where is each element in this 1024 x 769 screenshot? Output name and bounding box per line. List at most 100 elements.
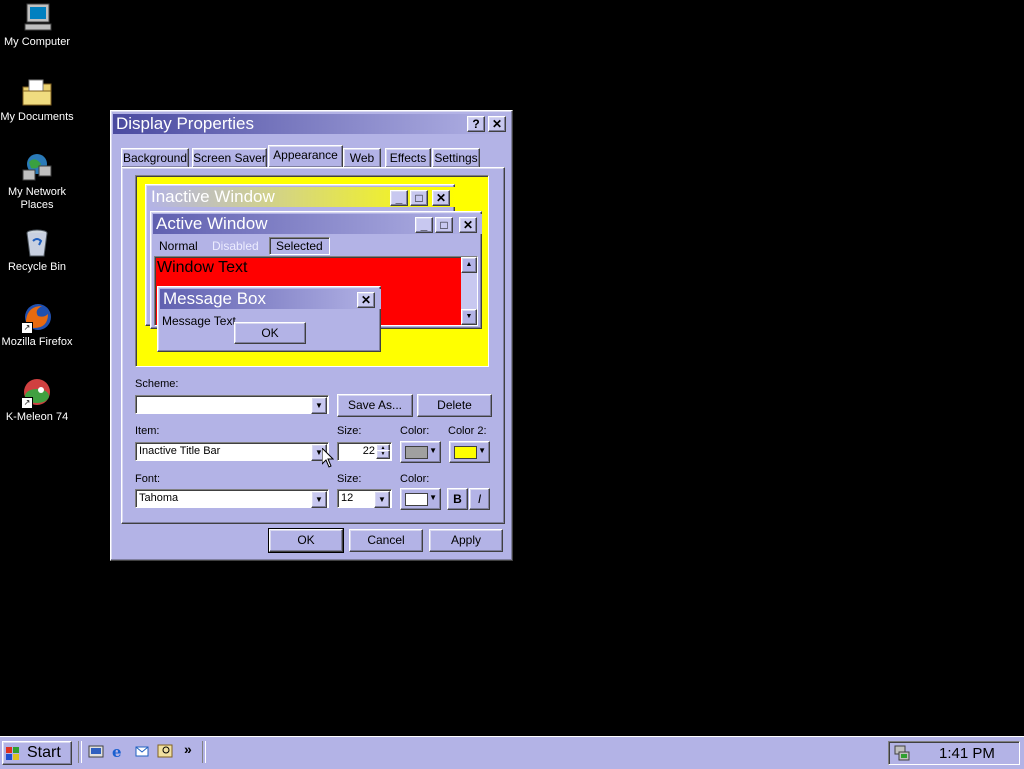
- font-label: Font:: [135, 473, 161, 485]
- chevron-down-icon: ▼: [478, 446, 486, 455]
- delete-button[interactable]: Delete: [417, 394, 492, 417]
- close-icon: ✕: [432, 190, 450, 206]
- ok-button[interactable]: OK: [268, 528, 344, 553]
- desktop-icon-label: My Network Places: [7, 186, 67, 211]
- item-select[interactable]: Inactive Title Bar ▼: [135, 442, 329, 461]
- font-color-picker-button[interactable]: ▼: [400, 488, 441, 510]
- desktop-icon-label: My Documents: [0, 111, 74, 123]
- color2-picker-button[interactable]: ▼: [449, 441, 490, 463]
- font-select[interactable]: Tahoma ▼: [135, 489, 329, 508]
- tab-background[interactable]: Background: [121, 148, 189, 168]
- outlook-express-icon[interactable]: [134, 743, 150, 759]
- firefox-icon: ↗: [21, 302, 53, 334]
- show-desktop-icon[interactable]: [88, 743, 104, 759]
- preview-message-text: Message Text: [162, 314, 236, 328]
- appearance-preview: Inactive Window _ □ ✕ Active Window _ □ …: [135, 175, 489, 367]
- start-button[interactable]: Start: [2, 741, 72, 765]
- help-button[interactable]: ?: [467, 116, 485, 132]
- dialog-title-bar[interactable]: Display Properties: [113, 114, 509, 134]
- taskbar: Start e » 1:41 PM: [0, 736, 1024, 769]
- chevron-down-icon: ▼: [429, 446, 437, 455]
- spinner-down-icon[interactable]: ▼: [376, 450, 390, 459]
- desktop-icon-label: My Computer: [3, 36, 71, 48]
- cancel-button[interactable]: Cancel: [349, 529, 423, 552]
- color-picker-button[interactable]: ▼: [400, 441, 441, 463]
- shortcut-arrow-icon: ↗: [21, 397, 33, 409]
- desktop-icon-my-network-places[interactable]: My Network Places: [0, 152, 74, 212]
- tab-appearance[interactable]: Appearance: [268, 145, 343, 167]
- color2-swatch: [454, 446, 477, 459]
- desktop-icon-recycle-bin[interactable]: Recycle Bin: [0, 227, 74, 274]
- network-places-icon: [21, 152, 53, 184]
- taskbar-separator: [202, 741, 206, 763]
- tab-effects[interactable]: Effects: [385, 148, 431, 168]
- computer-icon: [21, 2, 53, 34]
- internet-explorer-icon[interactable]: e: [111, 743, 127, 761]
- tab-screen-saver[interactable]: Screen Saver: [192, 148, 267, 168]
- desktop-icon-my-documents[interactable]: My Documents: [0, 77, 74, 124]
- italic-button[interactable]: I: [469, 488, 490, 510]
- chevron-more-icon[interactable]: »: [184, 741, 192, 757]
- shortcut-arrow-icon: ↗: [21, 322, 33, 334]
- tab-settings[interactable]: Settings: [432, 148, 480, 168]
- preview-menu-disabled: Disabled: [212, 239, 259, 253]
- maximize-icon: □: [410, 190, 428, 206]
- network-tray-icon[interactable]: [893, 744, 911, 762]
- desktop-icon-my-computer[interactable]: My Computer: [0, 2, 74, 49]
- close-icon: ✕: [491, 117, 503, 131]
- preview-menu-normal: Normal: [159, 239, 198, 253]
- maximize-icon: □: [435, 217, 453, 233]
- item-label: Item:: [135, 425, 160, 437]
- taskbar-separator: [78, 741, 82, 763]
- desktop-icon-label: Recycle Bin: [7, 261, 67, 273]
- svg-text:e: e: [112, 743, 122, 759]
- scheme-select[interactable]: ▼: [135, 395, 329, 414]
- display-properties-dialog: Display Properties ? ✕ Background Screen…: [110, 110, 513, 561]
- color-swatch: [405, 446, 428, 459]
- chevron-down-icon[interactable]: ▼: [374, 491, 390, 508]
- tab-web[interactable]: Web: [343, 148, 381, 168]
- tab-panel: Inactive Window _ □ ✕ Active Window _ □ …: [121, 167, 505, 524]
- scroll-down-icon: ▼: [461, 309, 477, 325]
- item-size-label: Size:: [337, 425, 362, 437]
- desktop-icon-label: Mozilla Firefox: [1, 336, 73, 348]
- tab-strip: Background Screen Saver Appearance Web E…: [121, 145, 501, 168]
- dialog-title: Display Properties: [116, 114, 254, 133]
- apply-button[interactable]: Apply: [429, 529, 503, 552]
- scheme-label: Scheme:: [135, 378, 179, 390]
- kmeleon-icon: ↗: [21, 377, 53, 409]
- preview-message-box: Message Box ✕ Message Text OK: [157, 286, 381, 352]
- folder-documents-icon: [21, 77, 53, 109]
- save-as-button[interactable]: Save As...: [337, 394, 413, 417]
- help-icon: ?: [472, 117, 480, 131]
- font-size-label: Size:: [337, 473, 362, 485]
- recycle-bin-icon: [21, 227, 53, 259]
- minimize-icon: _: [390, 190, 408, 206]
- close-button[interactable]: ✕: [488, 116, 506, 132]
- desktop-icon-mozilla-firefox[interactable]: ↗ Mozilla Firefox: [0, 302, 74, 349]
- minimize-icon: _: [415, 217, 433, 233]
- bold-button[interactable]: B: [447, 488, 468, 510]
- chevron-down-icon[interactable]: ▼: [311, 397, 327, 414]
- preview-scrollbar: ▲ ▼: [461, 257, 477, 325]
- clock[interactable]: 1:41 PM: [939, 745, 995, 762]
- font-size-select[interactable]: 12 ▼: [337, 489, 392, 508]
- search-icon[interactable]: [157, 743, 173, 759]
- preview-ok-button: OK: [234, 322, 306, 344]
- preview-message-title-bar: Message Box: [160, 289, 381, 309]
- preview-inactive-title-bar: Inactive Window: [148, 187, 455, 207]
- system-tray: 1:41 PM: [888, 741, 1020, 765]
- chevron-down-icon: ▼: [429, 493, 437, 502]
- windows-logo-icon: [6, 746, 20, 760]
- chevron-down-icon[interactable]: ▼: [311, 491, 327, 508]
- font-color-label: Color:: [400, 473, 430, 485]
- scroll-up-icon: ▲: [461, 257, 477, 273]
- desktop-icon-label: K-Meleon 74: [5, 411, 69, 423]
- quick-launch-toolbar: e »: [86, 741, 196, 763]
- color-label: Color:: [400, 425, 430, 437]
- mouse-cursor-icon: [322, 448, 334, 468]
- desktop-icon-kmeleon[interactable]: ↗ K-Meleon 74: [0, 377, 74, 424]
- preview-window-text: Window Text: [157, 259, 248, 276]
- item-size-spinner[interactable]: 22 ▲ ▼: [337, 442, 392, 461]
- preview-menu-selected: Selected: [269, 237, 330, 255]
